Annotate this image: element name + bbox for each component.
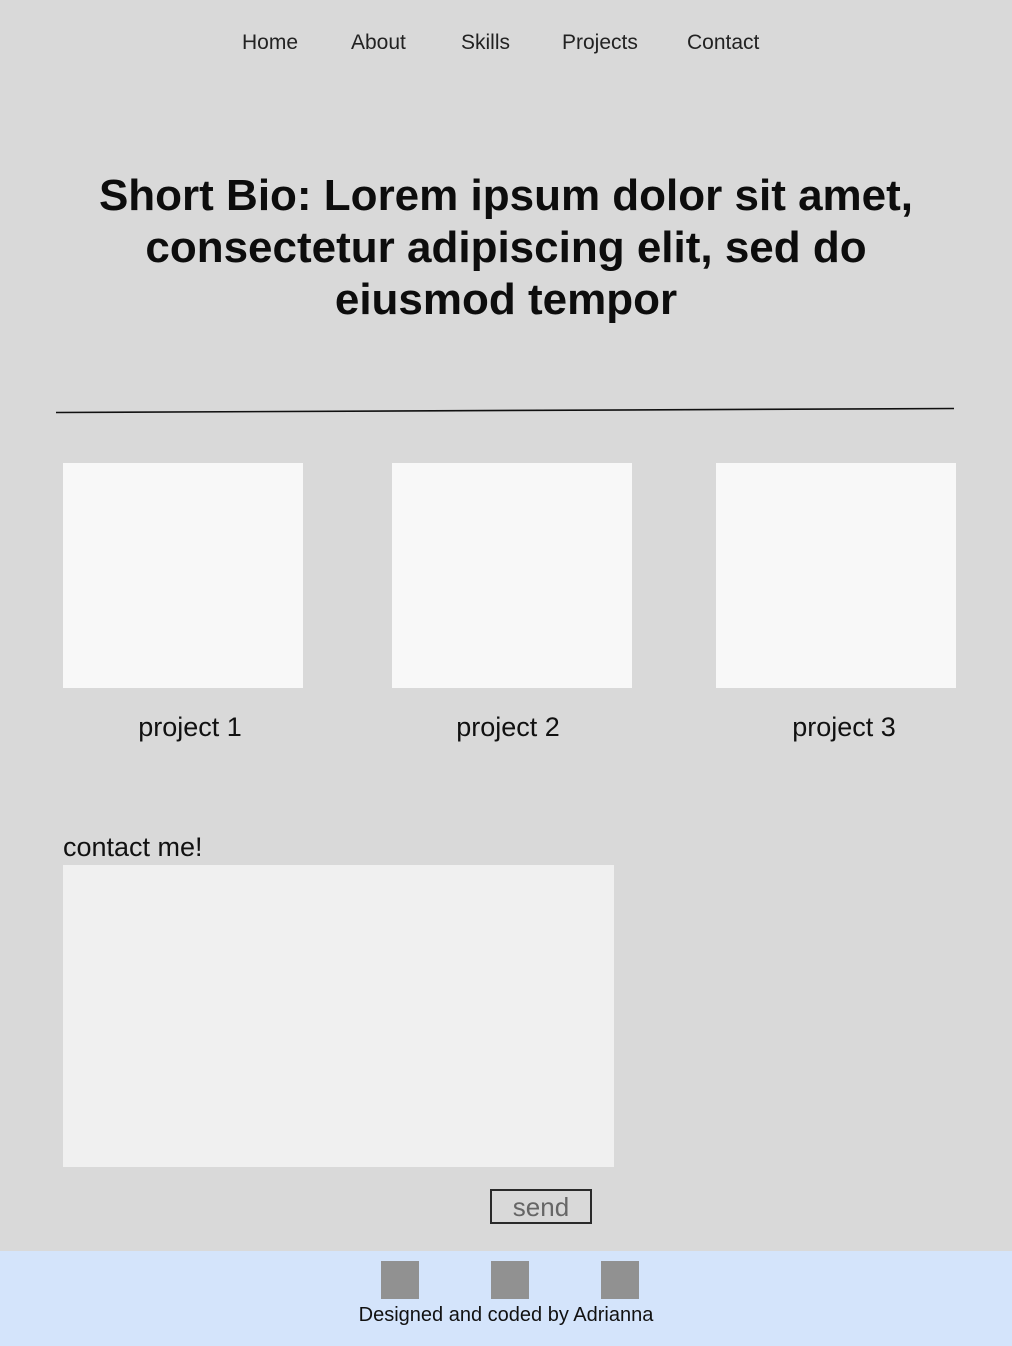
project-card-1[interactable] bbox=[63, 463, 303, 688]
social-icon[interactable] bbox=[601, 1261, 639, 1299]
nav-link-skills[interactable]: Skills bbox=[461, 28, 510, 58]
bio-text: Short Bio: Lorem ipsum dolor sit amet, c… bbox=[98, 171, 914, 324]
project-label-2: project 2 bbox=[456, 712, 560, 742]
main-nav: Home About Skills Projects Contact bbox=[0, 28, 1012, 58]
project-card-3[interactable] bbox=[716, 463, 956, 688]
contact-heading: contact me! bbox=[63, 832, 203, 862]
contact-message-field[interactable] bbox=[63, 865, 614, 1167]
social-icon[interactable] bbox=[381, 1261, 419, 1299]
nav-link-home[interactable]: Home bbox=[242, 28, 298, 58]
nav-link-projects[interactable]: Projects bbox=[562, 28, 638, 58]
nav-link-contact[interactable]: Contact bbox=[687, 28, 759, 58]
send-button[interactable]: send bbox=[490, 1189, 592, 1224]
footer-credit: Designed and coded by Adrianna bbox=[358, 1304, 654, 1326]
section-divider bbox=[55, 407, 955, 414]
project-label-1: project 1 bbox=[138, 712, 242, 742]
social-icon[interactable] bbox=[491, 1261, 529, 1299]
project-label-3: project 3 bbox=[792, 712, 896, 742]
nav-link-about[interactable]: About bbox=[351, 28, 406, 58]
footer: Designed and coded by Adrianna bbox=[0, 1251, 1012, 1346]
project-card-2[interactable] bbox=[392, 463, 632, 688]
